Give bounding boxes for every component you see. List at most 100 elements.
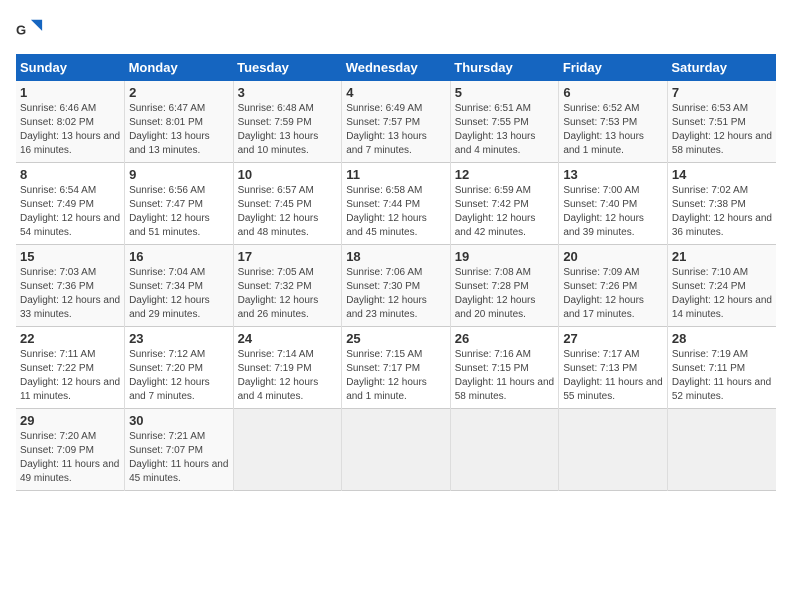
calendar-day-cell: 29 Sunrise: 7:20 AM Sunset: 7:09 PM Dayl… <box>16 409 125 491</box>
day-info: Sunrise: 6:53 AM Sunset: 7:51 PM Dayligh… <box>672 102 772 158</box>
day-number: 2 <box>129 85 229 100</box>
day-info: Sunrise: 7:04 AM Sunset: 7:34 PM Dayligh… <box>129 266 229 322</box>
day-number: 26 <box>455 331 555 346</box>
day-info: Sunrise: 7:19 AM Sunset: 7:11 PM Dayligh… <box>672 348 772 404</box>
day-number: 17 <box>238 249 338 264</box>
day-number: 11 <box>346 167 446 182</box>
calendar-day-cell: 2 Sunrise: 6:47 AM Sunset: 8:01 PM Dayli… <box>125 81 234 163</box>
day-info: Sunrise: 7:03 AM Sunset: 7:36 PM Dayligh… <box>20 266 120 322</box>
day-info: Sunrise: 6:46 AM Sunset: 8:02 PM Dayligh… <box>20 102 120 158</box>
day-number: 21 <box>672 249 772 264</box>
day-info: Sunrise: 6:54 AM Sunset: 7:49 PM Dayligh… <box>20 184 120 240</box>
day-number: 3 <box>238 85 338 100</box>
calendar-week-row: 29 Sunrise: 7:20 AM Sunset: 7:09 PM Dayl… <box>16 409 776 491</box>
day-number: 14 <box>672 167 772 182</box>
calendar-week-row: 22 Sunrise: 7:11 AM Sunset: 7:22 PM Dayl… <box>16 327 776 409</box>
header: G <box>16 16 776 44</box>
day-number: 24 <box>238 331 338 346</box>
day-number: 1 <box>20 85 120 100</box>
logo: G <box>16 16 48 44</box>
day-number: 30 <box>129 413 229 428</box>
calendar-day-cell: 9 Sunrise: 6:56 AM Sunset: 7:47 PM Dayli… <box>125 163 234 245</box>
calendar-day-cell: 7 Sunrise: 6:53 AM Sunset: 7:51 PM Dayli… <box>667 81 776 163</box>
day-info: Sunrise: 7:05 AM Sunset: 7:32 PM Dayligh… <box>238 266 338 322</box>
calendar-day-cell: 3 Sunrise: 6:48 AM Sunset: 7:59 PM Dayli… <box>233 81 342 163</box>
day-number: 13 <box>563 167 663 182</box>
calendar-day-cell: 17 Sunrise: 7:05 AM Sunset: 7:32 PM Dayl… <box>233 245 342 327</box>
day-info: Sunrise: 6:51 AM Sunset: 7:55 PM Dayligh… <box>455 102 555 158</box>
day-info: Sunrise: 7:17 AM Sunset: 7:13 PM Dayligh… <box>563 348 663 404</box>
calendar-day-cell: 14 Sunrise: 7:02 AM Sunset: 7:38 PM Dayl… <box>667 163 776 245</box>
svg-text:G: G <box>16 23 26 38</box>
calendar-day-cell: 8 Sunrise: 6:54 AM Sunset: 7:49 PM Dayli… <box>16 163 125 245</box>
calendar-day-cell: 5 Sunrise: 6:51 AM Sunset: 7:55 PM Dayli… <box>450 81 559 163</box>
day-info: Sunrise: 7:16 AM Sunset: 7:15 PM Dayligh… <box>455 348 555 404</box>
calendar-day-cell: 16 Sunrise: 7:04 AM Sunset: 7:34 PM Dayl… <box>125 245 234 327</box>
calendar-day-cell: 11 Sunrise: 6:58 AM Sunset: 7:44 PM Dayl… <box>342 163 451 245</box>
day-info: Sunrise: 7:00 AM Sunset: 7:40 PM Dayligh… <box>563 184 663 240</box>
day-number: 19 <box>455 249 555 264</box>
day-number: 8 <box>20 167 120 182</box>
calendar-day-cell <box>450 409 559 491</box>
day-number: 5 <box>455 85 555 100</box>
day-info: Sunrise: 7:06 AM Sunset: 7:30 PM Dayligh… <box>346 266 446 322</box>
day-info: Sunrise: 7:02 AM Sunset: 7:38 PM Dayligh… <box>672 184 772 240</box>
day-number: 12 <box>455 167 555 182</box>
calendar-day-cell: 27 Sunrise: 7:17 AM Sunset: 7:13 PM Dayl… <box>559 327 668 409</box>
day-number: 10 <box>238 167 338 182</box>
day-number: 22 <box>20 331 120 346</box>
header-day-thursday: Thursday <box>450 54 559 81</box>
day-info: Sunrise: 7:08 AM Sunset: 7:28 PM Dayligh… <box>455 266 555 322</box>
calendar-day-cell: 10 Sunrise: 6:57 AM Sunset: 7:45 PM Dayl… <box>233 163 342 245</box>
calendar-day-cell: 4 Sunrise: 6:49 AM Sunset: 7:57 PM Dayli… <box>342 81 451 163</box>
calendar-day-cell <box>342 409 451 491</box>
day-info: Sunrise: 7:15 AM Sunset: 7:17 PM Dayligh… <box>346 348 446 404</box>
day-number: 15 <box>20 249 120 264</box>
day-info: Sunrise: 6:47 AM Sunset: 8:01 PM Dayligh… <box>129 102 229 158</box>
calendar-day-cell <box>667 409 776 491</box>
calendar-day-cell: 23 Sunrise: 7:12 AM Sunset: 7:20 PM Dayl… <box>125 327 234 409</box>
day-info: Sunrise: 6:58 AM Sunset: 7:44 PM Dayligh… <box>346 184 446 240</box>
day-number: 6 <box>563 85 663 100</box>
day-number: 28 <box>672 331 772 346</box>
day-number: 29 <box>20 413 120 428</box>
calendar-week-row: 15 Sunrise: 7:03 AM Sunset: 7:36 PM Dayl… <box>16 245 776 327</box>
day-info: Sunrise: 6:59 AM Sunset: 7:42 PM Dayligh… <box>455 184 555 240</box>
calendar-day-cell: 18 Sunrise: 7:06 AM Sunset: 7:30 PM Dayl… <box>342 245 451 327</box>
day-info: Sunrise: 7:20 AM Sunset: 7:09 PM Dayligh… <box>20 430 120 486</box>
day-info: Sunrise: 6:57 AM Sunset: 7:45 PM Dayligh… <box>238 184 338 240</box>
day-info: Sunrise: 7:12 AM Sunset: 7:20 PM Dayligh… <box>129 348 229 404</box>
calendar-day-cell: 26 Sunrise: 7:16 AM Sunset: 7:15 PM Dayl… <box>450 327 559 409</box>
calendar-day-cell: 1 Sunrise: 6:46 AM Sunset: 8:02 PM Dayli… <box>16 81 125 163</box>
day-info: Sunrise: 6:48 AM Sunset: 7:59 PM Dayligh… <box>238 102 338 158</box>
calendar-day-cell: 6 Sunrise: 6:52 AM Sunset: 7:53 PM Dayli… <box>559 81 668 163</box>
day-info: Sunrise: 7:09 AM Sunset: 7:26 PM Dayligh… <box>563 266 663 322</box>
logo-icon: G <box>16 16 44 44</box>
header-day-monday: Monday <box>125 54 234 81</box>
header-day-saturday: Saturday <box>667 54 776 81</box>
day-number: 25 <box>346 331 446 346</box>
calendar-week-row: 1 Sunrise: 6:46 AM Sunset: 8:02 PM Dayli… <box>16 81 776 163</box>
day-number: 4 <box>346 85 446 100</box>
calendar-day-cell: 20 Sunrise: 7:09 AM Sunset: 7:26 PM Dayl… <box>559 245 668 327</box>
calendar-day-cell: 25 Sunrise: 7:15 AM Sunset: 7:17 PM Dayl… <box>342 327 451 409</box>
day-info: Sunrise: 6:49 AM Sunset: 7:57 PM Dayligh… <box>346 102 446 158</box>
day-number: 7 <box>672 85 772 100</box>
calendar-day-cell: 12 Sunrise: 6:59 AM Sunset: 7:42 PM Dayl… <box>450 163 559 245</box>
calendar-day-cell <box>559 409 668 491</box>
day-info: Sunrise: 6:56 AM Sunset: 7:47 PM Dayligh… <box>129 184 229 240</box>
day-number: 20 <box>563 249 663 264</box>
calendar-day-cell: 21 Sunrise: 7:10 AM Sunset: 7:24 PM Dayl… <box>667 245 776 327</box>
day-number: 9 <box>129 167 229 182</box>
day-number: 18 <box>346 249 446 264</box>
day-info: Sunrise: 7:14 AM Sunset: 7:19 PM Dayligh… <box>238 348 338 404</box>
calendar-day-cell: 15 Sunrise: 7:03 AM Sunset: 7:36 PM Dayl… <box>16 245 125 327</box>
day-info: Sunrise: 7:11 AM Sunset: 7:22 PM Dayligh… <box>20 348 120 404</box>
day-number: 27 <box>563 331 663 346</box>
day-info: Sunrise: 6:52 AM Sunset: 7:53 PM Dayligh… <box>563 102 663 158</box>
header-day-tuesday: Tuesday <box>233 54 342 81</box>
day-info: Sunrise: 7:21 AM Sunset: 7:07 PM Dayligh… <box>129 430 229 486</box>
calendar-day-cell: 24 Sunrise: 7:14 AM Sunset: 7:19 PM Dayl… <box>233 327 342 409</box>
day-info: Sunrise: 7:10 AM Sunset: 7:24 PM Dayligh… <box>672 266 772 322</box>
header-day-friday: Friday <box>559 54 668 81</box>
